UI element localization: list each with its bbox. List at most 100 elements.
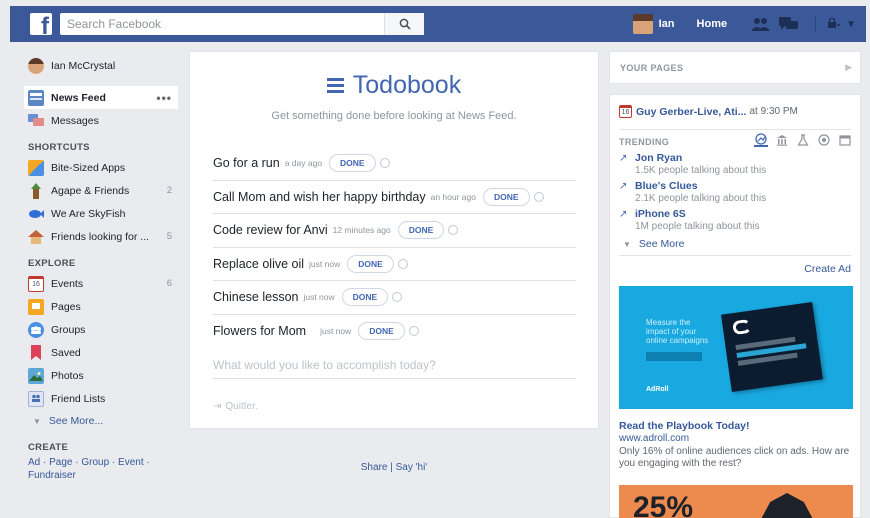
task-text: Code review for Anvi: [213, 223, 328, 238]
sidebar-item-messages[interactable]: Messages: [28, 109, 178, 132]
item-count: 2: [166, 185, 172, 196]
your-pages-box[interactable]: YOUR PAGES ▶: [609, 51, 861, 84]
delete-circle-icon[interactable]: [408, 326, 419, 337]
quitter-label: Quitter.: [225, 401, 258, 412]
trending-see-more-link[interactable]: ▼ See More: [623, 238, 684, 250]
trending-top-icon[interactable]: [754, 133, 768, 147]
sidebar-item-events[interactable]: 16 Events 6: [28, 272, 178, 295]
divider: [619, 255, 851, 256]
task-text: Flowers for Mom: [213, 324, 307, 339]
messages-icon[interactable]: [779, 16, 799, 32]
top-bar: f Ian Home ▼: [10, 6, 866, 42]
search-button[interactable]: [384, 13, 424, 35]
calendar-icon: 16: [28, 275, 44, 292]
app-icon: [28, 159, 44, 176]
ad-image-text: Measure the impact of your online campai…: [646, 318, 709, 345]
sidebar-item-bite-sized-apps[interactable]: Bite-Sized Apps: [28, 156, 178, 179]
sidebar-item-friend-lists[interactable]: Friend Lists: [28, 387, 178, 410]
trend-item[interactable]: ↗ Jon Ryan 1.5K people talking about thi…: [619, 152, 849, 177]
sidebar-item-label: Pages: [51, 300, 81, 313]
share-links[interactable]: Share | Say 'hi': [189, 462, 599, 473]
second-ad-image[interactable]: 25%: [619, 485, 853, 518]
event-name[interactable]: Guy Gerber-Live, Ati...: [636, 106, 746, 118]
search-icon: [399, 18, 411, 30]
shortcuts-heading: SHORTCUTS: [28, 142, 90, 153]
friend-requests-icon[interactable]: [751, 17, 771, 31]
sidebar-item-we-are-skyfish[interactable]: We Are SkyFish: [28, 202, 178, 225]
app-title: Todobook: [352, 71, 462, 99]
home-link[interactable]: Home: [697, 18, 728, 30]
sidebar-item-label: Photos: [51, 369, 84, 382]
friend-lists-icon: [28, 390, 44, 407]
profile-link[interactable]: Ian McCrystal: [28, 54, 178, 77]
new-task-input[interactable]: [213, 352, 576, 379]
task-time: 12 minutes ago: [332, 225, 391, 236]
sidebar-item-news-feed[interactable]: News Feed •••: [24, 86, 178, 109]
calendar-icon: 16: [619, 105, 632, 118]
facebook-logo[interactable]: f: [30, 13, 52, 35]
delete-circle-icon[interactable]: [533, 191, 544, 202]
entertainment-icon[interactable]: [838, 133, 852, 147]
delete-circle-icon[interactable]: [448, 225, 459, 236]
delete-circle-icon[interactable]: [397, 258, 408, 269]
create-links[interactable]: Ad · Page · Group · Event · Fundraiser: [28, 456, 178, 482]
politics-icon[interactable]: [775, 133, 789, 147]
done-button[interactable]: DONE: [329, 154, 376, 173]
science-icon[interactable]: [796, 133, 810, 147]
privacy-lock-icon[interactable]: [828, 17, 840, 31]
sports-icon[interactable]: [817, 133, 831, 147]
done-button[interactable]: DONE: [397, 221, 445, 240]
sidebar-item-label: Groups: [51, 323, 86, 336]
trend-item[interactable]: ↗ iPhone 6S 1M people talking about this: [619, 208, 849, 233]
sidebar-item-saved[interactable]: Saved: [28, 341, 178, 364]
sidebar-item-pages[interactable]: Pages: [28, 295, 178, 318]
top-divider: [815, 15, 817, 33]
quitter-link[interactable]: ⇥ Quitter.: [213, 401, 258, 412]
photos-icon: [28, 367, 44, 384]
sidebar-item-groups[interactable]: Groups: [28, 318, 178, 341]
divider: [619, 129, 851, 130]
list-item: Flowers for Mom just now DONE: [213, 315, 576, 349]
list-item: Go for a run a day ago DONE: [213, 147, 576, 181]
event-reminder[interactable]: 16 Guy Gerber-Live, Ati... at 9:30 PM: [619, 105, 798, 118]
house-icon: [28, 229, 44, 245]
delete-circle-icon[interactable]: [379, 158, 390, 169]
groups-icon: [28, 321, 44, 338]
done-button[interactable]: DONE: [482, 187, 530, 206]
search-input[interactable]: [60, 17, 380, 31]
sidebar-item-photos[interactable]: Photos: [28, 364, 178, 387]
more-options-icon[interactable]: •••: [156, 91, 172, 105]
see-more-link[interactable]: ▼ See More...: [28, 410, 178, 432]
ad-image[interactable]: Measure the impact of your online campai…: [619, 286, 853, 409]
done-button[interactable]: DONE: [358, 322, 405, 341]
ad-url[interactable]: www.adroll.com: [619, 433, 689, 444]
sidebar-item-agape-friends[interactable]: Agape & Friends 2: [28, 179, 178, 202]
trend-name[interactable]: iPhone 6S: [635, 208, 760, 221]
chevron-down-icon: ▼: [33, 416, 41, 426]
done-button[interactable]: DONE: [347, 254, 394, 273]
task-time: just now: [320, 326, 352, 337]
item-count: 5: [166, 231, 172, 242]
sidebar-item-label: Friends looking for ...: [51, 230, 150, 243]
sidebar-item-label: We Are SkyFish: [51, 207, 126, 220]
done-button[interactable]: DONE: [341, 288, 389, 307]
ad-title[interactable]: Read the Playbook Today!: [619, 420, 750, 432]
left-nav: Ian McCrystal News Feed ••• Messages SHO…: [24, 54, 178, 482]
trend-name[interactable]: Blue's Clues: [635, 180, 766, 193]
item-count: 6: [166, 278, 172, 289]
chevron-down-icon: ▼: [623, 239, 631, 249]
task-text: Chinese lesson: [213, 290, 299, 305]
list-icon: [326, 78, 344, 93]
playbook-cover-image: [721, 301, 823, 393]
create-ad-link[interactable]: Create Ad: [804, 263, 851, 275]
bookmark-icon: [28, 345, 44, 361]
trend-arrow-icon: ↗: [619, 209, 628, 220]
profile-link[interactable]: Ian: [659, 18, 675, 30]
trend-name[interactable]: Jon Ryan: [635, 152, 766, 165]
account-menu-caret-icon[interactable]: ▼: [846, 19, 856, 30]
user-avatar[interactable]: [632, 14, 653, 34]
delete-circle-icon[interactable]: [392, 292, 403, 303]
list-item: Code review for Anvi 12 minutes ago DONE: [213, 214, 576, 248]
trend-item[interactable]: ↗ Blue's Clues 2.1K people talking about…: [619, 180, 849, 205]
sidebar-item-friends-looking-for[interactable]: Friends looking for ... 5: [28, 225, 178, 248]
